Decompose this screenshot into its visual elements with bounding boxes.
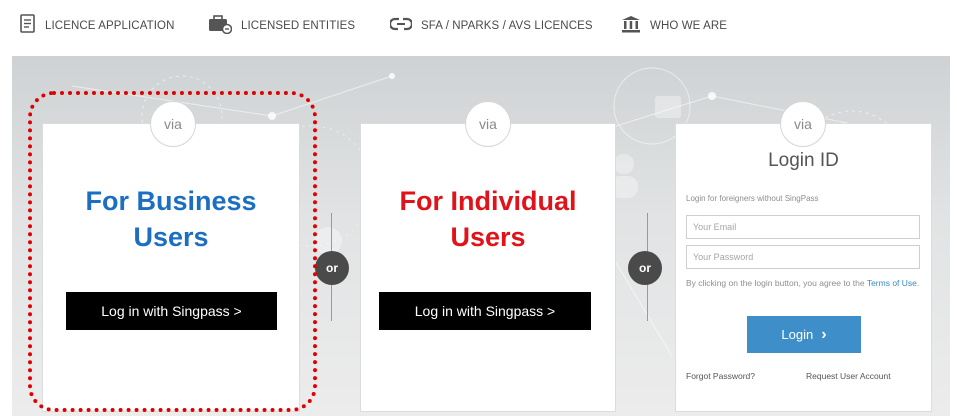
login-id-title: Login ID — [768, 150, 839, 171]
password-input[interactable] — [686, 245, 920, 269]
nav-who-we-are[interactable]: WHO WE ARE — [621, 14, 727, 38]
email-input[interactable] — [686, 215, 920, 239]
top-navigation: LICENCE APPLICATION LICENSED ENTITIES SF… — [0, 0, 957, 52]
chevron-right-icon: › — [821, 325, 827, 343]
nav-label: LICENCE APPLICATION — [45, 20, 175, 32]
terms-suffix: . — [916, 278, 920, 288]
nav-label: LICENSED ENTITIES — [241, 20, 356, 32]
individual-users-card: For Individual Users Log in with Singpas… — [360, 123, 616, 412]
nav-label: SFA / NPARKS / AVS LICENCES — [421, 20, 593, 32]
individual-title-line1: For Individual — [399, 186, 577, 216]
link-icon — [388, 15, 414, 38]
terms-of-use-link[interactable]: Terms of Use — [867, 278, 917, 288]
login-id-subtitle: Login for foreigners without SingPass — [686, 194, 819, 203]
request-user-account-link[interactable]: Request User Account — [806, 371, 891, 381]
or-separator: or — [628, 251, 662, 285]
via-badge: via — [465, 101, 511, 147]
terms-notice: By clicking on the login button, you agr… — [686, 278, 922, 289]
login-button[interactable]: Login › — [747, 316, 861, 353]
briefcase-icon — [208, 14, 233, 39]
login-button-label: Login — [781, 327, 814, 342]
forgot-password-link[interactable]: Forgot Password? — [686, 371, 755, 381]
nav-licensed-entities[interactable]: LICENSED ENTITIES — [208, 14, 355, 38]
document-icon — [20, 13, 36, 39]
highlight-annotation-frame — [28, 91, 317, 412]
via-badge: via — [780, 101, 826, 147]
nav-licence-application[interactable]: LICENCE APPLICATION — [20, 13, 175, 39]
nav-label: WHO WE ARE — [650, 20, 728, 32]
building-icon — [621, 15, 641, 38]
nav-sfa-nparks-avs[interactable]: SFA / NPARKS / AVS LICENCES — [388, 14, 593, 38]
login-id-card: Login ID Login for foreigners without Si… — [675, 123, 932, 412]
individual-singpass-login-button[interactable]: Log in with Singpass > — [379, 292, 591, 330]
individual-title-line2: Users — [450, 222, 526, 252]
or-separator: or — [315, 251, 349, 285]
individual-card-title: For Individual Users — [361, 183, 615, 255]
terms-prefix: By clicking on the login button, you agr… — [686, 278, 867, 288]
